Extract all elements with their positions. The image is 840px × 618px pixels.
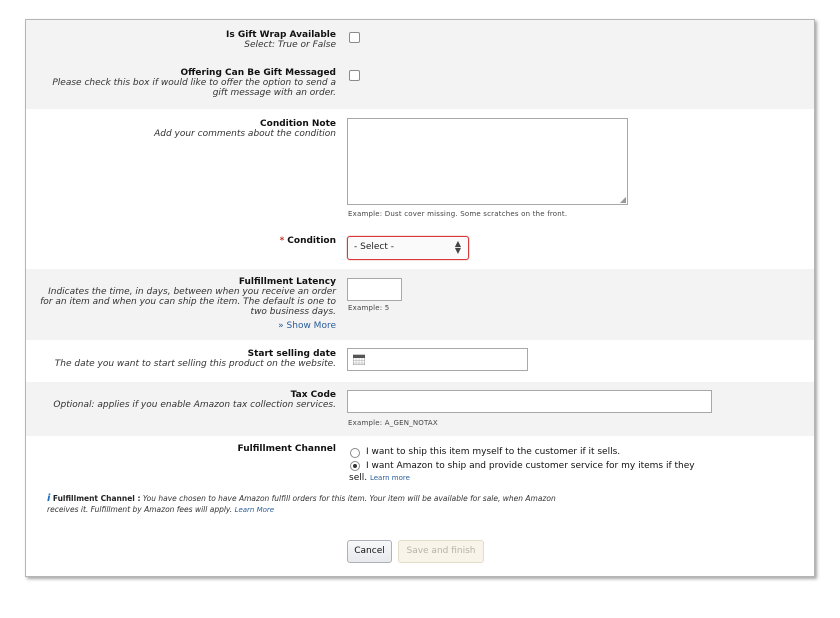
info-text-line1: You have chosen to have Amazon fulfill o… — [142, 494, 556, 503]
listing-form-panel: Is Gift Wrap Available Select: True or F… — [25, 19, 815, 577]
start-date-label: Start selling date The date you want to … — [26, 349, 336, 369]
info-text-line2: receives it. Fulfillment by Amazon fees … — [47, 505, 233, 514]
condition-note-title: Condition Note — [260, 119, 336, 129]
gift-message-checkbox[interactable] — [349, 70, 360, 81]
radio-amazon-fulfilled[interactable] — [350, 461, 360, 471]
info-icon: i — [47, 493, 51, 504]
gift-wrap-desc: Select: True or False — [244, 40, 336, 50]
gift-wrap-checkbox[interactable] — [349, 32, 360, 43]
start-date-row: Start selling date The date you want to … — [26, 340, 814, 382]
fulfillment-channel-title: Fulfillment Channel — [237, 444, 336, 454]
fulfillment-channel-row: Fulfillment Channel I want to ship this … — [26, 436, 814, 576]
gift-message-title: Offering Can Be Gift Messaged — [180, 68, 336, 78]
tax-code-title: Tax Code — [290, 390, 336, 400]
fulfillment-latency-label: Fulfillment Latency Indicates the time, … — [36, 277, 336, 317]
gift-message-desc: Please check this box if would like to o… — [52, 78, 336, 98]
radio-merchant-fulfilled[interactable] — [350, 448, 360, 458]
fulfillment-latency-example: Example: 5 — [348, 304, 390, 312]
gift-message-label: Offering Can Be Gift Messaged Please che… — [36, 68, 336, 98]
tax-code-desc: Optional: applies if you enable Amazon t… — [53, 400, 336, 410]
option-amazon-label-sell: sell. — [349, 473, 368, 483]
condition-label: * Condition — [36, 236, 336, 246]
condition-note-textarea[interactable]: ◢ — [347, 118, 628, 205]
fulfillment-latency-row: Fulfillment Latency Indicates the time, … — [26, 269, 814, 340]
show-more-link[interactable]: » Show More — [136, 321, 336, 331]
start-date-desc: The date you want to start selling this … — [54, 359, 336, 369]
info-learn-more-link[interactable]: Learn More — [235, 506, 275, 514]
condition-note-row: Condition Note Add your comments about t… — [26, 109, 814, 221]
tax-code-input[interactable] — [347, 390, 712, 413]
start-date-input[interactable] — [347, 348, 528, 371]
option-amazon-label-line2: sell. Learn more — [349, 473, 410, 483]
tax-code-row: Tax Code Optional: applies if you enable… — [26, 382, 814, 436]
gift-wrap-title: Is Gift Wrap Available — [226, 30, 336, 40]
calendar-icon[interactable] — [353, 354, 365, 365]
condition-select[interactable]: - Select - ▲ ▼ — [347, 236, 469, 260]
fulfillment-channel-label: Fulfillment Channel — [36, 444, 336, 454]
fulfillment-latency-input[interactable] — [347, 278, 402, 301]
required-marker: * — [279, 236, 285, 246]
learn-more-link[interactable]: Learn more — [370, 474, 410, 482]
condition-note-desc: Add your comments about the condition — [154, 129, 336, 139]
condition-note-label: Condition Note Add your comments about t… — [36, 119, 336, 139]
fulfillment-latency-title: Fulfillment Latency — [238, 277, 336, 287]
tax-code-label: Tax Code Optional: applies if you enable… — [26, 390, 336, 410]
fulfillment-latency-desc: Indicates the time, in days, between whe… — [40, 287, 336, 317]
start-date-title: Start selling date — [247, 349, 336, 359]
double-chevron-down-icon: » — [278, 321, 284, 331]
gift-section: Is Gift Wrap Available Select: True or F… — [26, 20, 814, 109]
condition-note-example: Example: Dust cover missing. Some scratc… — [348, 210, 568, 218]
save-and-finish-button[interactable]: Save and finish — [398, 540, 484, 563]
condition-title: Condition — [287, 236, 336, 246]
resize-handle-icon[interactable]: ◢ — [620, 196, 626, 204]
info-label: Fulfillment Channel : — [52, 494, 141, 503]
condition-select-value: - Select - — [354, 242, 394, 252]
fulfillment-info-message: i Fulfillment Channel : You have chosen … — [47, 493, 647, 516]
tax-code-example: Example: A_GEN_NOTAX — [348, 419, 438, 427]
option-merchant-label: I want to ship this item myself to the c… — [366, 447, 621, 457]
cancel-button[interactable]: Cancel — [347, 540, 392, 563]
select-arrows-icon: ▲ ▼ — [454, 239, 461, 255]
show-more-text: Show More — [286, 321, 336, 331]
gift-wrap-label: Is Gift Wrap Available Select: True or F… — [36, 30, 336, 50]
option-amazon-label-line1: I want Amazon to ship and provide custom… — [366, 461, 695, 471]
condition-row: * Condition - Select - ▲ ▼ — [26, 221, 814, 269]
